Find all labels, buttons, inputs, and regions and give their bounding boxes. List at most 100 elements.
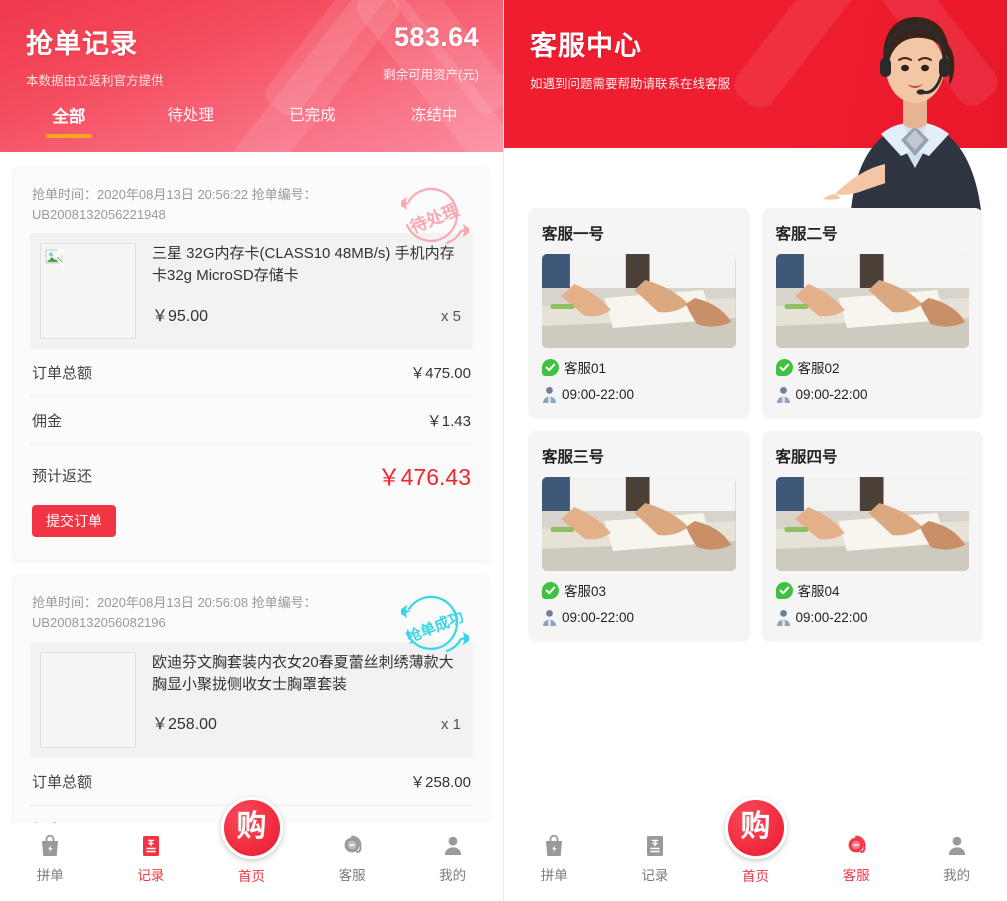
bag-icon [541,833,567,859]
tab-label: 客服 [338,868,366,883]
tab-label: 拼单 [540,868,568,883]
agent-hours-row: 09:00-22:00 [776,609,970,626]
person-icon [776,609,791,626]
service-agent-card[interactable]: 客服二号 客服02 09:00-22:00 [761,208,983,419]
tab-label: 拼单 [36,868,64,883]
receipt-icon [138,833,164,859]
summary-value: ￥476.43 [377,464,471,491]
online-check-icon [775,358,793,376]
service-agent-grid: 客服一号 客服01 09:00-22:00 客服二号 客服02 09:00-22… [504,208,1007,642]
ticket-bottom-edge [14,551,489,561]
tab-pending[interactable]: 待处理 [130,103,252,138]
agent-hours: 09:00-22:00 [562,387,635,402]
broken-image-icon [40,243,136,340]
page-title: 抢单记录 [26,29,138,59]
tab-records[interactable]: 记录 [101,833,202,884]
summary-value: ￥1.43 [426,413,471,431]
tab-label: 我的 [943,868,971,883]
service-agent-card[interactable]: 客服四号 客服04 09:00-22:00 [761,431,983,642]
agent-photo [542,254,736,348]
product-name: 三星 32G内存卡(CLASS10 48MB/s) 手机内存卡32g Micro… [152,245,455,285]
balance-amount: 583.64 [394,22,479,52]
fab-glyph: 购 [740,810,771,843]
product-quantity: x 5 [440,307,461,325]
headset-icon [339,833,365,859]
page-title: 客服中心 [530,31,642,61]
tab-groupbuy[interactable]: 拼单 [0,833,101,884]
agent-account: 客服04 [797,584,840,599]
service-agent-card[interactable]: 客服三号 客服03 09:00-22:00 [528,431,750,642]
page-subtitle: 如遇到问题需要帮助请联系在线客服 [530,77,731,91]
summary-label: 订单总额 [32,365,93,383]
tab-all[interactable]: 全部 [8,103,130,138]
tab-label: 我的 [439,868,467,883]
tab-label: 客服 [842,868,870,883]
agent-hours-row: 09:00-22:00 [542,386,736,403]
tab-service[interactable]: 客服 [806,833,907,884]
agent-hours: 09:00-22:00 [795,387,868,402]
summary-label: 佣金 [32,413,63,431]
service-header: 客服中心 如遇到问题需要帮助请联系在线客服 [504,0,1007,148]
summary-row-commission: 佣金 ￥1.43 [30,397,473,446]
agent-account-row: 客服03 [542,580,736,600]
agent-hours-row: 09:00-22:00 [776,386,970,403]
fab-glyph: 购 [236,810,267,843]
user-icon [440,833,466,859]
balance-label: 剩余可用资产(元) [383,68,479,82]
page-subtitle: 本数据由立返利官方提供 [26,74,164,88]
agent-account: 客服01 [564,361,607,376]
order-card[interactable]: 待处理 抢单时间：2020年08月13日 20:56:22 抢单编号：UB200… [14,168,489,561]
bottom-navigation-bar: 拼单 记录 首页 [0,797,503,901]
dual-phone-stage: 抢单记录 本数据由立返利官方提供 583.64 剩余可用资产(元) 全部 待处理… [0,0,1007,901]
agent-hours: 09:00-22:00 [795,610,868,625]
headset-icon [843,833,869,859]
home-fab-button[interactable]: 购 [220,797,283,859]
tab-frozen[interactable]: 冻结中 [373,103,495,138]
fab-label: 首页 [742,869,769,884]
online-check-icon [775,581,793,599]
home-fab-button[interactable]: 购 [724,797,787,859]
online-check-icon [542,581,559,599]
ticket-top-edge [14,576,489,586]
product-price: ￥258.00 [152,715,217,733]
order-header: 抢单记录 本数据由立返利官方提供 583.64 剩余可用资产(元) 全部 待处理… [0,0,503,152]
tab-groupbuy[interactable]: 拼单 [504,833,605,884]
summary-label: 订单总额 [32,773,93,791]
service-agent-card[interactable]: 客服一号 客服01 09:00-22:00 [528,208,750,419]
product-quantity: x 1 [440,715,461,733]
agent-account: 客服02 [797,361,840,376]
tab-mine[interactable]: 我的 [402,833,503,884]
tab-service[interactable]: 客服 [302,833,403,884]
agent-hours-row: 09:00-22:00 [542,609,736,626]
tab-label: 记录 [641,868,669,883]
tab-records[interactable]: 记录 [605,833,706,884]
agent-title: 客服三号 [542,449,605,466]
receipt-icon [642,833,668,859]
online-check-icon [542,358,559,376]
agent-photo [775,254,969,348]
person-icon [542,609,557,626]
agent-account-row: 客服01 [542,357,736,377]
order-meta: 抢单时间：2020年08月13日 20:56:22 抢单编号：UB2008132… [32,187,317,223]
agent-title: 客服四号 [775,449,838,466]
product-thumbnail [40,651,136,748]
order-product[interactable]: 三星 32G内存卡(CLASS10 48MB/s) 手机内存卡32g Micro… [30,233,473,350]
agent-photo [775,477,969,571]
summary-row-total: 订单总额 ￥475.00 [30,349,473,398]
order-record-screen: 抢单记录 本数据由立返利官方提供 583.64 剩余可用资产(元) 全部 待处理… [0,0,503,901]
agent-account-row: 客服04 [775,580,970,600]
submit-order-button[interactable]: 提交订单 [32,505,116,538]
fab-label: 首页 [238,869,265,884]
summary-value: ￥258.00 [410,773,471,791]
person-icon [776,386,791,403]
agent-account: 客服03 [564,584,607,599]
order-list[interactable]: 待处理 抢单时间：2020年08月13日 20:56:22 抢单编号：UB200… [0,152,503,901]
product-price: ￥95.00 [152,307,209,325]
tab-mine[interactable]: 我的 [906,833,1007,884]
order-product[interactable]: 欧迪芬文胸套装内衣女20春夏蕾丝刺绣薄款大胸显小聚拢侧收女士胸罩套装 ￥258.… [30,641,473,758]
summary-label: 预计返还 [32,467,93,485]
agent-hours: 09:00-22:00 [562,610,635,625]
tab-completed[interactable]: 已完成 [252,103,374,138]
user-icon [944,833,970,859]
order-filter-tabs: 全部 待处理 已完成 冻结中 [0,103,503,138]
